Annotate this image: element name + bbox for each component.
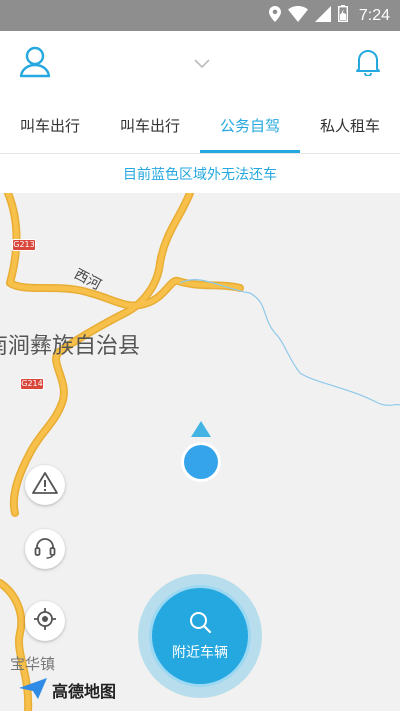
tab-business-self-drive[interactable]: 公务自驾 [200,97,300,153]
app-header [0,31,400,97]
city-dropdown[interactable] [188,51,216,75]
headset-icon [33,535,57,563]
nearby-vehicles-label: 附近车辆 [172,645,228,661]
battery-icon [337,5,348,26]
locate-icon [33,607,57,635]
tab-ride-hailing-2[interactable]: 叫车出行 [100,97,200,153]
locate-me-button[interactable] [25,601,65,641]
map-provider-logo: 高德地图 [18,676,116,704]
search-icon [188,610,212,638]
tab-ride-hailing-1[interactable]: 叫车出行 [0,97,100,153]
nearby-vehicles-button[interactable]: 附近车辆 [149,585,251,687]
return-area-notice: 目前蓝色区域外无法还车 [0,155,400,193]
tab-private-rental[interactable]: 私人租车 [300,97,400,153]
current-location-marker [180,421,222,483]
status-icons: 7:24 [268,5,390,26]
bell-icon [355,48,381,80]
service-tabs: 叫车出行 叫车出行 公务自驾 私人租车 [0,97,400,154]
county-label: 南涧彝族自治县 [0,334,141,359]
customer-service-button[interactable] [25,529,65,569]
nearby-vehicles-halo: 附近车辆 [138,574,262,698]
amap-logo-icon [18,676,48,704]
status-time: 7:24 [358,6,390,24]
notification-button[interactable] [350,46,386,82]
user-icon [18,46,52,82]
road-shield-g214: G214 [20,378,44,390]
town-label: 宝华镇 [10,655,56,673]
chevron-down-icon [194,54,210,73]
map-provider-text: 高德地图 [52,682,117,701]
warning-icon [32,471,58,499]
signal-icon [314,5,331,26]
status-bar: 7:24 [0,0,400,31]
profile-button[interactable] [16,45,54,83]
wifi-icon [287,5,308,26]
road-shield-g213: G213 [12,239,36,251]
location-icon [268,5,281,26]
report-issue-button[interactable] [25,465,65,505]
